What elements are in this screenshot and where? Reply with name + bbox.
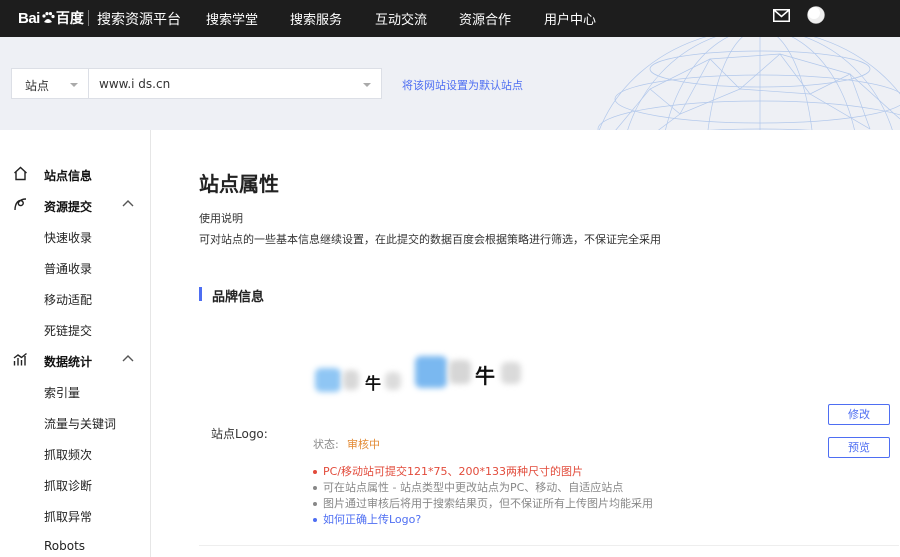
logo-thumb-char: 牛 [365, 374, 382, 393]
nav-item-cooperation[interactable]: 资源合作 [459, 9, 511, 28]
baidu-logo[interactable]: Bai 百度 [18, 8, 84, 28]
logo-thumbnail-large: 牛 [413, 354, 525, 394]
edit-button[interactable]: 修改 [828, 404, 890, 425]
nav-item-user-center[interactable]: 用户中心 [544, 9, 596, 28]
nav-item-community[interactable]: 互动交流 [375, 9, 427, 28]
platform-title[interactable]: 搜索资源平台 [97, 9, 181, 29]
upload-logo-help-link[interactable]: 如何正确上传Logo? [311, 512, 831, 528]
site-banner: 站点 www.i ds.cn 将该网站设置为默认站点 [0, 37, 900, 130]
chevron-up-icon[interactable] [122, 354, 134, 364]
sidebar-item-site-info[interactable]: 站点信息 [0, 159, 150, 189]
usage-heading: 使用说明 [199, 212, 243, 225]
chevron-down-icon [70, 83, 78, 87]
sidebar-item-dead-link[interactable]: 死链提交 [0, 314, 150, 344]
logo-rules-list: PC/移动站可提交121*75、200*133两种尺寸的图片 可在站点属性 - … [311, 464, 831, 528]
home-icon [14, 166, 27, 181]
sidebar-item-fast-index[interactable]: 快速收录 [0, 221, 150, 251]
sidebar-item-label: 抓取诊断 [44, 479, 93, 493]
sidebar-item-label: 快速收录 [44, 231, 93, 245]
sidebar-item-label: 索引量 [44, 386, 81, 400]
list-item: 图片通过审核后将用于搜索结果页，但不保证所有上传图片均能采用 [311, 496, 831, 512]
logo-divider [88, 10, 89, 26]
sidebar-item-label: 移动适配 [44, 293, 93, 307]
logo-text-bai: Bai [18, 9, 40, 27]
sidebar-item-label: 普通收录 [44, 262, 93, 276]
sidebar-item-label: 抓取频次 [44, 448, 93, 462]
sidebar-item-resource-submit[interactable]: 资源提交 [0, 190, 150, 220]
sidebar-item-crawl-errors[interactable]: 抓取异常 [0, 500, 150, 530]
chevron-down-icon [363, 83, 371, 87]
site-url-select[interactable]: www.i ds.cn [88, 68, 382, 99]
top-navbar: Bai 百度 搜索资源平台 搜索学堂 搜索服务 互动交流 资源合作 用户中心 [0, 0, 900, 37]
sidebar-item-traffic-keywords[interactable]: 流量与关键词 [0, 407, 150, 437]
sidebar-item-crawl-frequency[interactable]: 抓取频次 [0, 438, 150, 468]
chevron-up-icon[interactable] [122, 199, 134, 209]
logo-thumbnail-small: 牛 [313, 366, 405, 398]
nav-item-services[interactable]: 搜索服务 [290, 9, 342, 28]
sidebar-item-mobile-adapt[interactable]: 移动适配 [0, 283, 150, 313]
section-accent-bar [199, 287, 202, 301]
logo-text-baidu: 百度 [55, 11, 84, 27]
sidebar-item-label: 抓取异常 [44, 510, 93, 524]
network-sphere-graphic [597, 37, 900, 130]
status-badge: 审核中 [347, 438, 380, 451]
sidebar-item-statistics[interactable]: 数据统计 [0, 345, 150, 375]
sidebar-item-robots[interactable]: Robots [0, 531, 150, 557]
sidebar-item-index-volume[interactable]: 索引量 [0, 376, 150, 406]
site-logo-label: 站点Logo: [211, 427, 268, 441]
sidebar-item-label: 资源提交 [44, 200, 93, 214]
logo-thumb-char: 牛 [475, 364, 495, 388]
sidebar-item-label: Robots [44, 539, 86, 553]
sidebar-item-label: 流量与关键词 [44, 417, 117, 431]
site-url-value: www.i ds.cn [99, 77, 171, 91]
divider [199, 545, 899, 546]
page-title: 站点属性 [199, 172, 279, 196]
status-label: 状态: [313, 438, 339, 451]
set-default-site-link[interactable]: 将该网站设置为默认站点 [402, 77, 523, 93]
section-title-brand: 品牌信息 [212, 290, 265, 305]
globe-icon[interactable] [807, 6, 825, 24]
nav-item-learning[interactable]: 搜索学堂 [206, 9, 258, 28]
mail-icon[interactable] [773, 9, 790, 22]
list-item: 可在站点属性 - 站点类型中更改站点为PC、移动、自适应站点 [311, 480, 831, 496]
main-content: 站点属性 使用说明 可对站点的一些基本信息继续设置，在此提交的数据百度会根据策略… [151, 130, 900, 557]
sidebar-item-label: 站点信息 [44, 169, 93, 183]
sidebar-item-label: 数据统计 [44, 355, 93, 369]
site-type-select[interactable]: 站点 [11, 68, 88, 99]
preview-button[interactable]: 预览 [828, 437, 890, 458]
sidebar-item-crawl-diagnosis[interactable]: 抓取诊断 [0, 469, 150, 499]
sidebar-item-label: 死链提交 [44, 324, 93, 338]
paw-icon [42, 12, 55, 23]
list-item: PC/移动站可提交121*75、200*133两种尺寸的图片 [311, 464, 831, 480]
sidebar: 站点信息 资源提交 快速收录 普通收录 移动适配 死链提交 数据统计 索引量 流… [0, 130, 151, 557]
chart-icon [13, 352, 27, 366]
sidebar-item-normal-index[interactable]: 普通收录 [0, 252, 150, 282]
submit-icon [14, 198, 27, 211]
usage-description: 可对站点的一些基本信息继续设置，在此提交的数据百度会根据策略进行筛选，不保证完全… [199, 233, 661, 246]
site-type-value: 站点 [25, 79, 50, 93]
